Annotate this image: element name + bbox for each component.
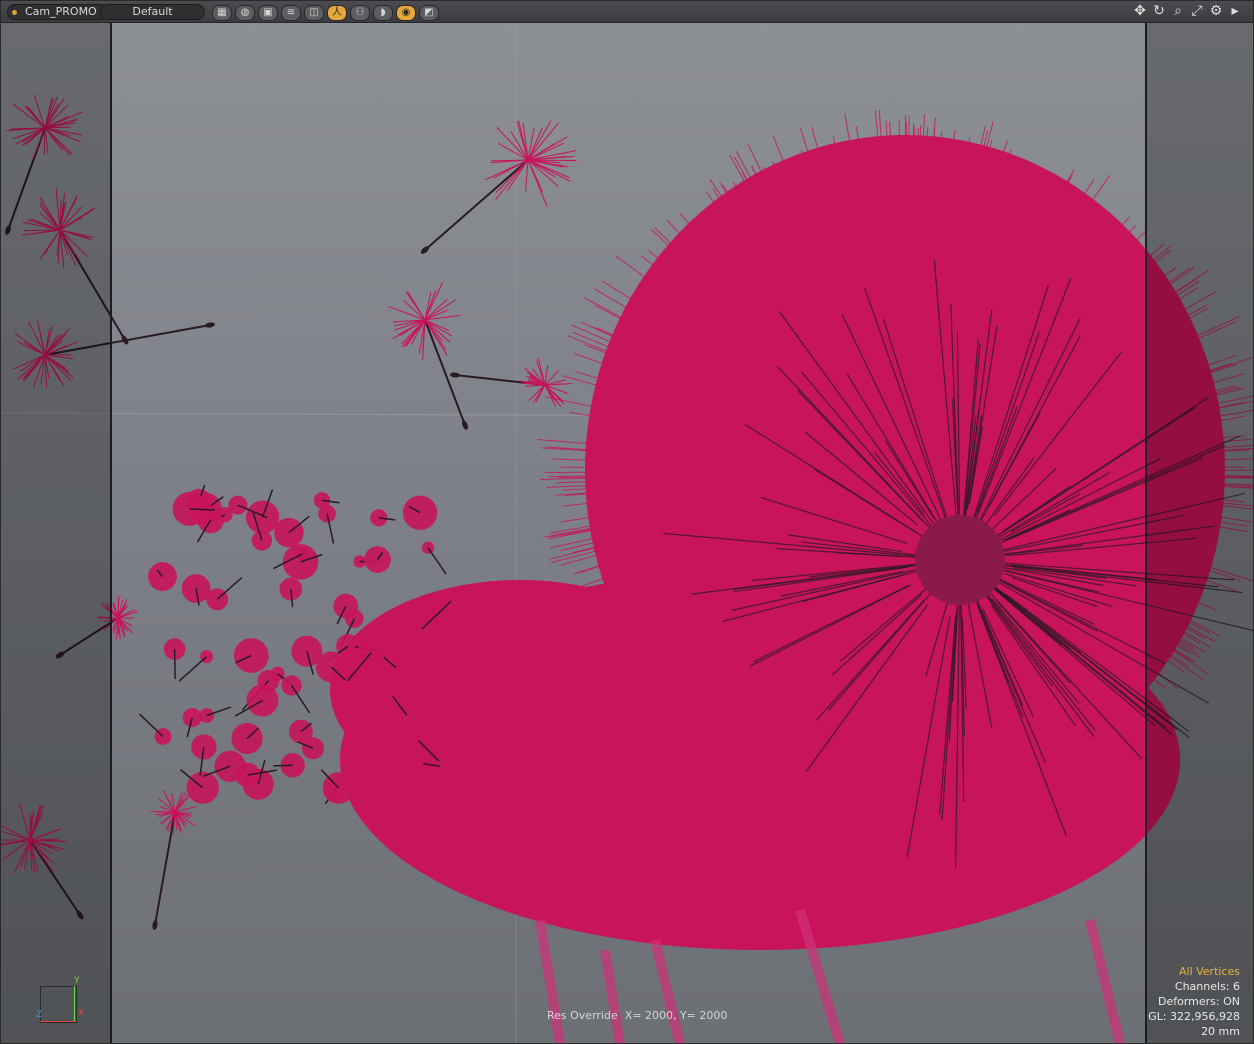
puff-fiber [549,528,592,538]
seed-stalk [154,811,176,926]
seed-body [152,920,158,930]
advanced-shade-icon[interactable]: ◉ [396,5,416,21]
pan-icon[interactable]: ✥ [1132,3,1148,19]
axis-x-line [40,1021,76,1022]
seed-body [462,420,468,430]
seed-fiber [525,159,529,192]
small-seed-stalk [138,713,164,738]
small-seed-stalk [173,649,176,680]
small-seed-head [270,666,285,682]
axis-x-label: X [78,1008,85,1018]
flower-stem [650,938,685,1044]
seed-body [205,322,215,328]
clip-icon[interactable]: ◗ [373,5,393,21]
camera-selector[interactable]: Cam_PROMO [7,4,109,20]
axis-z-label: Z [36,1010,43,1020]
axis-box [40,986,77,1023]
skeleton-icon[interactable]: 人 [327,5,347,21]
puff-center [915,515,1005,605]
small-seed-head [333,593,359,619]
seed-fiber [495,159,529,193]
scale-readout: 20 mm [1201,1025,1240,1038]
seed-fiber [495,159,529,200]
puff-fiber [537,438,589,445]
safe-frame-left-mask [0,22,112,1044]
small-seed-stalk [216,577,243,600]
seed-stalk [424,159,529,251]
deformers-readout: Deformers: ON [1158,995,1240,1008]
seed-fiber [424,319,444,342]
dandelion-scene [0,22,1254,1044]
flower-stem [600,949,625,1044]
rotate-icon[interactable]: ↻ [1151,3,1167,19]
small-seed-stalk [178,656,208,682]
small-seed-head [409,749,438,778]
selection-mode-label: All Vertices [1178,965,1240,978]
settings-icon[interactable]: ⚙ [1208,3,1224,19]
3d-viewport[interactable]: Cam_PROMO Default ▦ ◍ ▣ ≋ ◫ 人 ⚇ ◗ ◉ ◩ ✥ ↻ ⌕ ⤢ ⚙ ▸ Y X … [0,0,1254,1044]
left-puff-body [330,580,710,800]
seed-fiber [150,810,176,813]
puff-fiber [552,458,590,461]
seed-fiber [528,384,546,402]
seed-stalk [424,319,466,426]
small-seed-head [233,638,269,673]
camera-name: Cam_PROMO [25,5,97,18]
fit-view-icon[interactable]: ⤢ [1189,3,1205,19]
flower-stem [535,919,565,1044]
axis-y-label: Y [74,976,80,986]
axis-gizmo: Y X Z [36,976,86,1026]
seed-fiber [388,306,426,321]
smooth-shade-icon[interactable]: ◍ [235,5,255,21]
camera-dot-icon [12,10,17,15]
small-seed-head [301,737,324,760]
safe-frame-right-mask [1145,22,1254,1044]
res-override-readout: Res Override X= 2000, Y= 2000 [547,1009,728,1022]
more-arrow-icon[interactable]: ▸ [1227,3,1243,19]
seed-fiber [403,319,426,348]
viewport-toolbar: Cam_PROMO Default ▦ ◍ ▣ ≋ ◫ 人 ⚇ ◗ ◉ ◩ ✥ ↻ ⌕ ⤢ ⚙ ▸ [0,0,1254,23]
small-seed-stalk [273,764,293,767]
zoom-icon[interactable]: ⌕ [1170,3,1186,19]
seed-fiber [407,290,426,321]
seed-body [450,372,460,378]
wireframe-grid-icon[interactable]: ▦ [212,5,232,21]
small-seed-stalk [427,547,447,575]
flower-stem [1085,918,1125,1044]
render-preview-icon[interactable]: ◩ [419,5,439,21]
viewport-stats: All Vertices Channels: 6 Deformers: ON G… [1148,964,1240,1039]
weight-icon[interactable]: ⚇ [350,5,370,21]
seed-fiber [525,384,546,388]
view-style-selector[interactable]: Default [100,4,205,20]
solid-shade-icon[interactable]: ▣ [258,5,278,21]
axis-y-line [74,986,75,1022]
reflection-icon[interactable]: ◫ [304,5,324,21]
small-seed-head [383,654,409,681]
seed-fiber [535,384,546,403]
texture-icon[interactable]: ≋ [281,5,301,21]
puff-fiber [560,553,600,566]
gl-readout: GL: 322,956,928 [1148,1010,1240,1023]
channels-readout: Channels: 6 [1174,980,1240,993]
